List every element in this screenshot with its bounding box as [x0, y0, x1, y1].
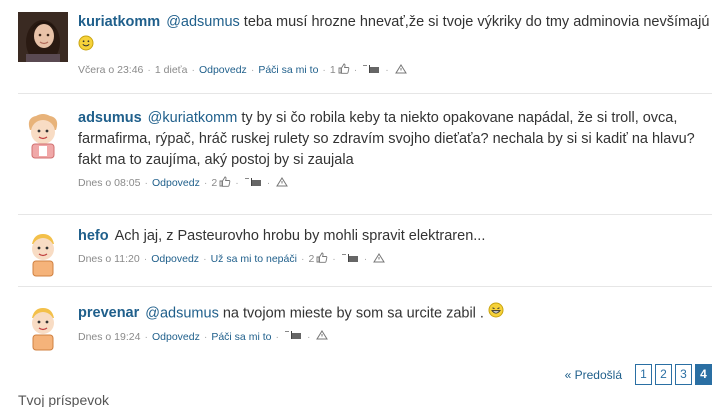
comment-body: teba musí hrozne hnevať,že si tvoje výkr… — [239, 14, 710, 30]
thumbs-up-icon — [316, 252, 328, 266]
smile-emoji-icon — [78, 35, 94, 58]
author-link[interactable]: hefo — [78, 228, 109, 244]
your-post-heading: Tvoj príspevok — [18, 392, 110, 407]
comment-text: adsumus @kuriatkomm ty by si čo robila ke… — [78, 108, 712, 171]
pagination: « Predošlá 1 2 3 4 — [565, 364, 712, 385]
comment-meta: Včera o 23:46 · 1 dieťa · Odpovedz · Páči s… — [78, 63, 712, 77]
flag-report-icon[interactable] — [341, 253, 360, 266]
mention-link[interactable]: @adsumus — [166, 14, 240, 30]
previous-page-link[interactable]: « Predošlá — [565, 368, 622, 382]
unlike-link[interactable]: Už sa mi to nepáči — [211, 253, 297, 265]
reply-link[interactable]: Odpovedz — [152, 331, 200, 343]
thumbs-up-icon — [219, 176, 231, 190]
reply-link[interactable]: Odpovedz — [151, 253, 199, 265]
comment-meta: Dnes o 11:20 · Odpovedz · Už sa mi to nepá… — [78, 252, 712, 266]
mention-link[interactable]: @kuriatkomm — [148, 110, 238, 126]
warning-icon[interactable] — [316, 330, 329, 343]
comment-hefo: hefo Ach jaj, z Pasteurovho hrobu by mohl… — [18, 226, 712, 278]
page-4-button-current[interactable]: 4 — [695, 364, 712, 385]
warning-icon[interactable] — [276, 176, 289, 190]
flag-report-icon[interactable] — [363, 64, 381, 77]
warning-icon[interactable] — [394, 63, 407, 77]
page-3-button[interactable]: 3 — [675, 364, 692, 385]
warning-icon[interactable] — [373, 252, 386, 266]
flag-report-icon[interactable] — [284, 330, 303, 343]
comment-text: prevenar @adsumus na tvojom mieste by som… — [78, 302, 712, 325]
comment-body: Ach jaj, z Pasteurovho hrobu by mohli sp… — [114, 228, 486, 244]
like-count: 2 — [211, 177, 218, 189]
author-link[interactable]: adsumus — [78, 110, 142, 126]
author-link[interactable]: prevenar — [78, 305, 139, 321]
page-1-button[interactable]: 1 — [635, 364, 652, 385]
like-link[interactable]: Páči sa mi to — [211, 331, 271, 343]
comment-text: hefo Ach jaj, z Pasteurovho hrobu by mohl… — [78, 226, 712, 247]
mention-link[interactable]: @adsumus — [145, 305, 219, 321]
like-link[interactable]: Páči sa mi to — [258, 64, 318, 76]
reply-link[interactable]: Odpovedz — [199, 64, 247, 76]
flag-report-icon[interactable] — [244, 177, 263, 190]
timestamp: Dnes o 19:24 — [78, 330, 141, 343]
comment-text: kuriatkomm @adsumus teba musí hrozne hnev… — [78, 12, 712, 58]
comment-prevenar: prevenar @adsumus na tvojom mieste by som… — [18, 302, 712, 352]
like-count: 2 — [308, 253, 315, 265]
page-2-button[interactable]: 2 — [655, 364, 672, 385]
avatar-prevenar[interactable] — [18, 302, 68, 352]
timestamp: Dnes o 08:05 — [78, 177, 141, 189]
avatar-hefo[interactable] — [18, 228, 68, 278]
comment-meta: Dnes o 08:05 · Odpovedz · 2 · · — [78, 176, 712, 190]
comment-meta: Dnes o 19:24 · Odpovedz · Páči sa mi to · · — [78, 330, 712, 343]
avatar-adsumus[interactable] — [18, 110, 68, 160]
children-count: 1 dieťa — [154, 64, 188, 76]
timestamp: Dnes o 11:20 — [78, 253, 140, 265]
reply-link[interactable]: Odpovedz — [152, 177, 200, 189]
comment-adsumus: adsumus @kuriatkomm ty by si čo robila ke… — [18, 108, 712, 193]
like-count: 1 — [329, 64, 336, 76]
comment-body: na tvojom mieste by som sa urcite zabil … — [218, 305, 484, 322]
comment-divider — [18, 93, 712, 94]
timestamp: Včera o 23:46 — [78, 64, 144, 76]
comment-divider — [18, 286, 712, 287]
laugh-emoji-icon — [488, 302, 504, 325]
comment-kuriatkomm: kuriatkomm @adsumus teba musí hrozne hnev… — [18, 12, 712, 76]
avatar-kuriatkomm[interactable] — [18, 12, 68, 62]
thumbs-up-icon — [338, 63, 350, 77]
comment-divider — [18, 214, 712, 215]
author-link[interactable]: kuriatkomm — [78, 14, 160, 30]
